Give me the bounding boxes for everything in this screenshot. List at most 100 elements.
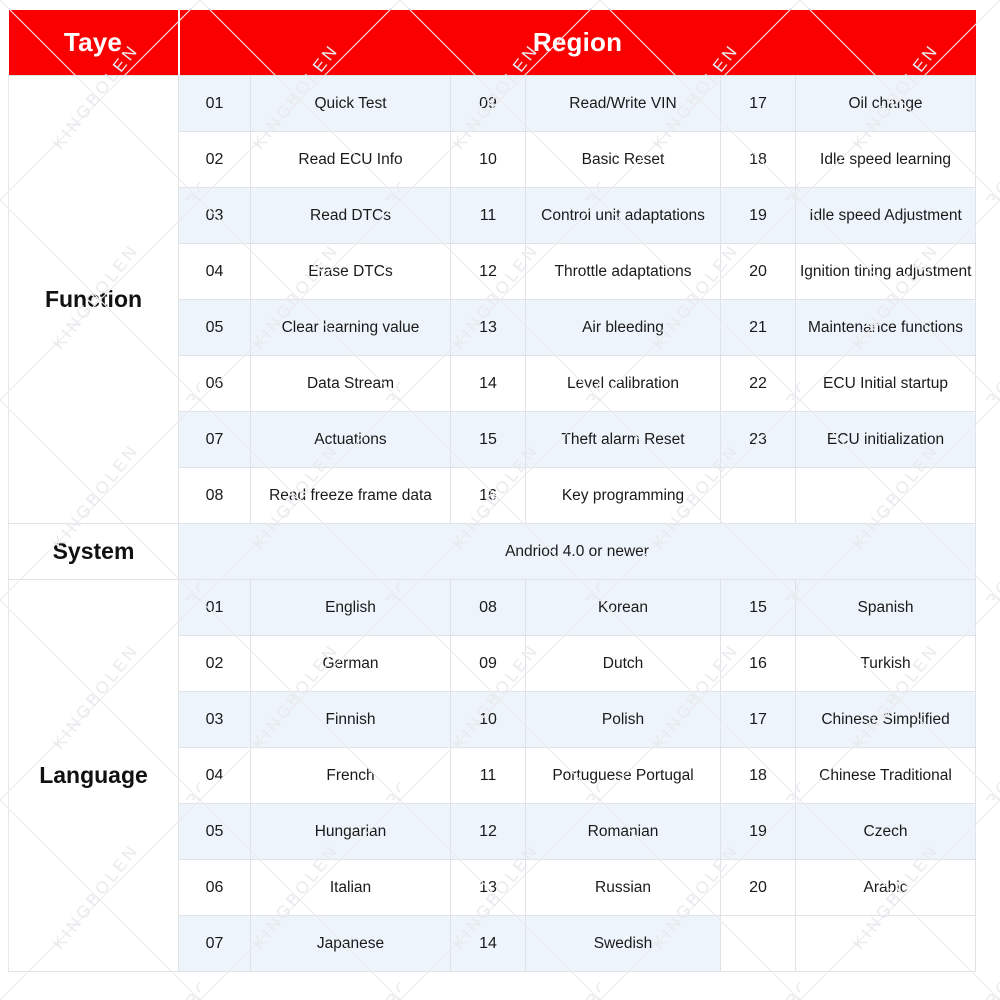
- item-index: 07: [178, 411, 251, 468]
- item-index: 05: [178, 803, 251, 860]
- item-index: 06: [178, 859, 251, 916]
- item-name: Turkish: [794, 635, 977, 692]
- item-name: Throttle adaptations: [525, 243, 721, 300]
- item-name: Theft alarm Reset: [525, 411, 721, 468]
- item-index: 04: [178, 243, 251, 300]
- item-name: Swedish: [525, 915, 721, 972]
- item-index: 03: [178, 691, 251, 748]
- item-name: Clear learning value: [250, 299, 451, 356]
- item-index: 06: [178, 355, 251, 412]
- item-index: 02: [178, 635, 251, 692]
- item-name: Japanese: [250, 915, 451, 972]
- item-name: Maintenance functions: [794, 299, 977, 356]
- item-index: 18: [720, 747, 796, 804]
- item-index: 10: [450, 691, 526, 748]
- item-name: Korean: [525, 579, 721, 636]
- item-index: 09: [450, 75, 526, 132]
- item-index: 13: [450, 859, 526, 916]
- item-index: 08: [450, 579, 526, 636]
- item-name: Erase DTCs: [250, 243, 451, 300]
- item-index: 20: [720, 243, 796, 300]
- section-label-function: Function: [8, 75, 179, 524]
- item-index: 12: [450, 243, 526, 300]
- section-label-system: System: [8, 523, 179, 580]
- item-name: Data Stream: [250, 355, 451, 412]
- item-name: Czech: [794, 803, 977, 860]
- item-name: Oil change: [794, 75, 977, 132]
- item-index: 11: [450, 187, 526, 244]
- table-body: Function 01 Quick Test 09 Read/Write VIN 17 Oi…: [8, 75, 977, 972]
- header-cell-type: Taye: [8, 10, 180, 76]
- item-name: ECU Initial startup: [794, 355, 977, 412]
- item-name: Level calibration: [525, 355, 721, 412]
- item-index: 09: [450, 635, 526, 692]
- header-row: Taye Region: [8, 10, 976, 76]
- table-row: Language 01 English 08 Korean 15 Spanish: [8, 579, 977, 972]
- item-index: 19: [720, 803, 796, 860]
- spec-sheet-page: Taye Region Function 01 Quick Test 09 Read/W…: [0, 0, 1000, 1000]
- system-requirement-value: Andriod 4.0 or newer: [177, 523, 977, 580]
- item-index: 07: [178, 915, 251, 972]
- item-index: 02: [178, 131, 251, 188]
- item-name: Key programming: [525, 467, 721, 524]
- item-name: Finnish: [250, 691, 451, 748]
- item-index: 16: [720, 635, 796, 692]
- item-index: 16: [450, 467, 526, 524]
- item-name: Actuations: [250, 411, 451, 468]
- empty-cell: [794, 915, 977, 972]
- item-name: Arabic: [794, 859, 977, 916]
- item-name: Read DTCs: [250, 187, 451, 244]
- item-index: 03: [178, 187, 251, 244]
- item-index: 01: [178, 579, 251, 636]
- table-header: Taye Region: [8, 10, 976, 76]
- item-name: Portuguese Portugal: [525, 747, 721, 804]
- item-index: 14: [450, 915, 526, 972]
- item-index: 18: [720, 131, 796, 188]
- item-name: Basic Reset: [525, 131, 721, 188]
- table-row: Function 01 Quick Test 09 Read/Write VIN 17 Oi…: [8, 75, 977, 524]
- item-index: 13: [450, 299, 526, 356]
- section-label-language: Language: [8, 579, 179, 972]
- specification-table: Taye Region Function 01 Quick Test 09 Read/W…: [8, 10, 977, 972]
- item-index: 01: [178, 75, 251, 132]
- item-name: Idle speed Adjustment: [794, 187, 977, 244]
- item-index: 10: [450, 131, 526, 188]
- item-name: Idle speed learning: [794, 131, 977, 188]
- item-index: 08: [178, 467, 251, 524]
- item-index: 05: [178, 299, 251, 356]
- item-index: 14: [450, 355, 526, 412]
- item-index: 15: [720, 579, 796, 636]
- item-index: 04: [178, 747, 251, 804]
- table-row: System Andriod 4.0 or newer: [8, 523, 977, 580]
- item-name: Spanish: [794, 579, 977, 636]
- item-name: Air bleeding: [525, 299, 721, 356]
- item-name: English: [250, 579, 451, 636]
- item-name: German: [250, 635, 451, 692]
- item-name: Hungarian: [250, 803, 451, 860]
- item-index: 15: [450, 411, 526, 468]
- item-name: Ignition tining adjustment: [794, 243, 977, 300]
- item-index: 20: [720, 859, 796, 916]
- item-name: Quick Test: [250, 75, 451, 132]
- item-index: 21: [720, 299, 796, 356]
- item-index: 23: [720, 411, 796, 468]
- item-index: 12: [450, 803, 526, 860]
- item-name: Control unit adaptations: [525, 187, 721, 244]
- header-cell-region: Region: [178, 10, 976, 76]
- item-name: Russian: [525, 859, 721, 916]
- item-index: 11: [450, 747, 526, 804]
- empty-cell: [794, 467, 977, 524]
- empty-cell: [720, 467, 796, 524]
- item-name: Read freeze frame data: [250, 467, 451, 524]
- item-index: 17: [720, 691, 796, 748]
- item-index: 19: [720, 187, 796, 244]
- spec-table-container: Taye Region Function 01 Quick Test 09 Read/W…: [8, 10, 977, 972]
- item-index: 17: [720, 75, 796, 132]
- item-name: Read ECU Info: [250, 131, 451, 188]
- item-name: Dutch: [525, 635, 721, 692]
- item-index: 22: [720, 355, 796, 412]
- item-name: Chinese Traditional: [794, 747, 977, 804]
- item-name: French: [250, 747, 451, 804]
- item-name: ECU initialization: [794, 411, 977, 468]
- item-name: Polish: [525, 691, 721, 748]
